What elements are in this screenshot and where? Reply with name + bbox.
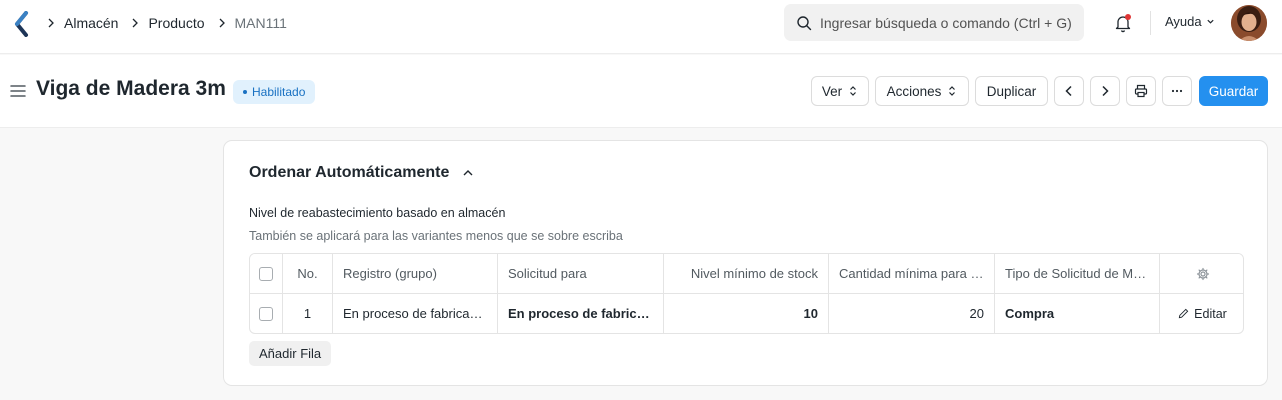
printer-icon xyxy=(1134,84,1148,98)
breadcrumb-producto[interactable]: Producto xyxy=(148,15,204,31)
field-description: También se aplicará para las variantes m… xyxy=(249,229,623,243)
help-label: Ayuda xyxy=(1165,14,1202,29)
cell-solicitud[interactable]: En proceso de fabricación - IP xyxy=(498,294,664,333)
select-all-cell xyxy=(250,254,283,293)
section-title: Ordenar Automáticamente xyxy=(249,164,450,181)
column-header-solicitud: Solicitud para xyxy=(498,254,664,293)
cell-tipo[interactable]: Compra xyxy=(995,294,1160,333)
ellipsis-icon xyxy=(1171,89,1183,93)
chevron-up-icon xyxy=(463,170,473,176)
page-header: Viga de Madera 3m Habilitado Ver Accione… xyxy=(0,55,1282,128)
table-row[interactable]: 1 En proceso de fabricación - IP En proc… xyxy=(250,294,1243,333)
more-options-button[interactable] xyxy=(1162,76,1192,106)
notifications-button[interactable] xyxy=(1113,13,1133,33)
chevron-right-icon xyxy=(133,18,139,28)
app-logo-icon[interactable] xyxy=(13,11,29,37)
breadcrumb: Almacén Producto MAN111 xyxy=(44,0,297,46)
notification-dot xyxy=(1125,14,1131,20)
breadcrumb-almacen[interactable]: Almacén xyxy=(64,15,118,31)
save-label: Guardar xyxy=(1208,83,1259,99)
next-button[interactable] xyxy=(1090,76,1120,106)
print-button[interactable] xyxy=(1126,76,1156,106)
cell-registro-value: En proceso de fabricación - IP xyxy=(343,306,487,321)
save-button[interactable]: Guardar xyxy=(1199,76,1268,106)
column-header-cantidad: Cantidad mínima para reordenar xyxy=(829,254,995,293)
select-arrows-icon xyxy=(850,86,857,96)
cell-nivel[interactable]: 10 xyxy=(664,294,829,333)
chevron-right-icon xyxy=(219,18,225,28)
view-label: Ver xyxy=(821,83,843,99)
column-header-nivel: Nivel mínimo de stock xyxy=(664,254,829,293)
column-header-no: No. xyxy=(283,254,333,293)
cell-nivel-value: 10 xyxy=(803,306,818,321)
pencil-icon xyxy=(1178,308,1189,319)
chevron-right-icon xyxy=(48,18,54,28)
row-number-label: 1 xyxy=(303,306,312,321)
status-badge: Habilitado xyxy=(233,80,316,104)
previous-button[interactable] xyxy=(1054,76,1084,106)
column-header-label: No. xyxy=(297,266,318,281)
cell-tipo-value: Compra xyxy=(1005,306,1055,321)
field-label: Nivel de reabastecimiento basado en alma… xyxy=(249,206,506,220)
search-bar[interactable] xyxy=(784,4,1084,41)
status-label: Habilitado xyxy=(252,85,306,99)
duplicate-button[interactable]: Duplicar xyxy=(975,76,1048,106)
chevron-left-icon xyxy=(1065,85,1072,97)
page-title: Viga de Madera 3m xyxy=(36,77,226,100)
cell-cantidad[interactable]: 20 xyxy=(829,294,995,333)
add-row-button[interactable]: Añadir Fila xyxy=(249,341,332,366)
column-header-registro: Registro (grupo) xyxy=(333,254,498,293)
table-header-row: No. Registro (grupo) Solicitud para Nive… xyxy=(250,254,1243,294)
row-select-cell xyxy=(250,294,283,333)
cell-registro[interactable]: En proceso de fabricación - IP xyxy=(333,294,498,333)
column-header-label: Nivel mínimo de stock xyxy=(690,266,818,281)
actions-button[interactable]: Acciones xyxy=(875,76,969,106)
actions-label: Acciones xyxy=(886,83,942,99)
column-header-label: Solicitud para xyxy=(508,266,587,281)
reorder-table: No. Registro (grupo) Solicitud para Nive… xyxy=(249,253,1244,334)
cell-cantidad-value: 20 xyxy=(969,306,984,321)
status-dot-icon xyxy=(243,90,247,94)
select-arrows-icon xyxy=(949,86,956,96)
user-avatar[interactable] xyxy=(1231,5,1267,41)
chevron-down-icon xyxy=(1207,19,1214,24)
column-header-label: Registro (grupo) xyxy=(343,266,437,281)
view-button[interactable]: Ver xyxy=(811,76,869,106)
edit-cell: Editar xyxy=(1160,294,1243,333)
column-header-tipo: Tipo de Solicitud de Material xyxy=(995,254,1160,293)
sidebar-toggle-icon[interactable] xyxy=(10,84,26,98)
edit-label: Editar xyxy=(1194,306,1227,321)
column-settings-cell xyxy=(1160,254,1243,293)
row-number: 1 xyxy=(283,294,333,333)
navbar-divider xyxy=(1150,11,1151,35)
row-checkbox[interactable] xyxy=(259,306,273,321)
search-icon xyxy=(797,15,812,30)
breadcrumb-current[interactable]: MAN111 xyxy=(235,15,287,31)
duplicate-label: Duplicar xyxy=(986,83,1037,99)
section-header[interactable]: Ordenar Automáticamente xyxy=(249,164,475,182)
chevron-right-icon xyxy=(1102,85,1109,97)
navbar: Almacén Producto MAN111 Ayuda xyxy=(0,0,1282,54)
search-input[interactable] xyxy=(820,14,1080,31)
column-header-label: Tipo de Solicitud de Material xyxy=(1005,266,1149,281)
avatar-image xyxy=(1231,5,1267,41)
column-header-label: Cantidad mínima para reordenar xyxy=(839,266,984,281)
cell-solicitud-value: En proceso de fabricación - IP xyxy=(508,306,653,321)
settings-gear-icon[interactable] xyxy=(1196,267,1210,281)
help-dropdown[interactable]: Ayuda xyxy=(1165,14,1215,29)
select-all-checkbox[interactable] xyxy=(259,266,273,281)
auto-reorder-section: Ordenar Automáticamente Nivel de reabast… xyxy=(223,140,1268,386)
edit-row-button[interactable]: Editar xyxy=(1178,307,1227,321)
